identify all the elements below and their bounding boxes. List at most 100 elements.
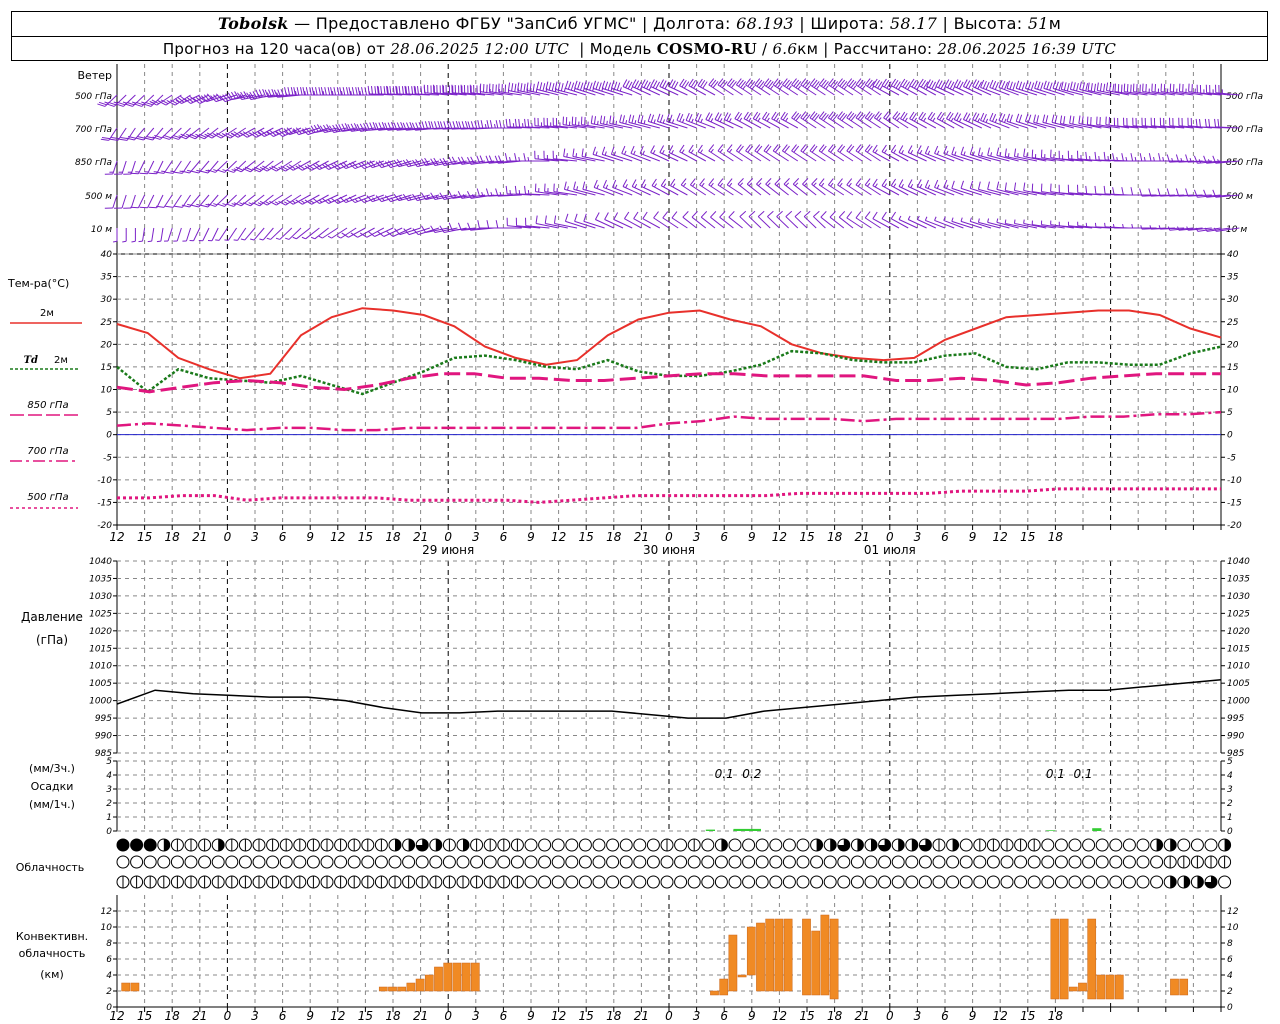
wind-barb-feather xyxy=(748,117,752,122)
wind-barb-shaft xyxy=(211,127,228,139)
cloud-symbol xyxy=(306,838,320,852)
cloud-circle xyxy=(701,875,715,889)
wind-barb-feather xyxy=(1013,182,1017,191)
wind-barb-feather xyxy=(553,215,557,224)
convective-bar xyxy=(470,962,480,992)
cloud-symbol xyxy=(633,838,647,852)
convective-xtick-label: 9 xyxy=(748,1009,756,1023)
wind-barb-feather xyxy=(624,211,630,219)
temp-ytick-label-left: 25 xyxy=(101,318,113,328)
cloud-symbol xyxy=(279,855,293,869)
pressure-ytick-label-left: 1010 xyxy=(89,662,112,672)
cloud-circle xyxy=(402,855,416,869)
cloud-circle xyxy=(932,855,946,869)
wind-barb-feather xyxy=(681,149,685,154)
wind-barb-feather xyxy=(1195,118,1198,127)
wind-barb-shaft xyxy=(246,127,265,138)
wind-barb-shaft xyxy=(211,227,219,241)
wind-barb-feather xyxy=(504,153,508,162)
cloud-circle xyxy=(918,875,932,889)
temp-xtick-label: 6 xyxy=(720,530,728,544)
wind-barb-feather xyxy=(290,87,294,96)
convective-ytick-label-left: 4 xyxy=(106,971,112,981)
wind-barb-feather xyxy=(327,87,331,96)
temp-ytick-label-right: 35 xyxy=(1227,273,1239,283)
wind-barb-shaft xyxy=(881,218,900,229)
pressure-ytick-label-right: 1020 xyxy=(1227,627,1250,637)
cloud-symbol xyxy=(157,875,171,889)
cloud-circle xyxy=(619,855,633,869)
convective-bar xyxy=(452,962,462,992)
wind-barb-feather xyxy=(699,149,704,154)
wind-barb-feather xyxy=(539,82,543,91)
cloud-symbol xyxy=(361,855,375,869)
convective-xtick-label: 18 xyxy=(165,1009,181,1023)
cloud-symbol xyxy=(1122,875,1136,889)
wind-barb-feather xyxy=(514,185,517,194)
cloud-circle xyxy=(1000,855,1014,869)
precip-ytick-label-left: 1 xyxy=(106,813,112,823)
temp-xtick-label: 0 xyxy=(886,530,894,544)
wind-barb-feather xyxy=(573,181,576,190)
cloud-circle xyxy=(837,855,851,869)
wind-barb xyxy=(189,227,201,242)
wind-barb-feather xyxy=(910,149,914,154)
wind-barb-feather xyxy=(1130,187,1134,196)
wind-barb-feather xyxy=(187,169,192,172)
pressure-ytick-label-left: 995 xyxy=(95,714,112,724)
legend-td-height: 2м xyxy=(54,355,68,366)
wind-barb-feather xyxy=(857,182,862,187)
wind-barb-shaft xyxy=(785,216,799,229)
wind-barb xyxy=(1103,151,1130,162)
wind-barb-feather xyxy=(1148,153,1152,162)
wind-barb xyxy=(112,228,118,243)
wind-barb xyxy=(310,124,338,134)
cloud-fill xyxy=(830,839,837,851)
convective-xtick-label: 21 xyxy=(634,1009,649,1023)
wind-barb xyxy=(1104,222,1130,229)
wind-barb-feather xyxy=(996,147,1000,156)
wind-barb-shaft xyxy=(147,194,155,208)
wind-barb xyxy=(1121,187,1148,196)
wind-barb-feather xyxy=(514,83,517,92)
wind-barb-feather xyxy=(1024,80,1029,89)
cloud-symbol xyxy=(1054,855,1068,869)
temp-ytick-label-right: 0 xyxy=(1227,431,1233,441)
wind-barb-shaft xyxy=(220,127,237,139)
cloud-symbol xyxy=(116,855,130,869)
cloud-symbol xyxy=(1150,875,1164,889)
wind-barb-feather xyxy=(486,220,490,229)
convective-xtick-label: 21 xyxy=(855,1009,870,1023)
wind-barb-feather xyxy=(200,204,209,208)
wind-barb-feather xyxy=(320,87,324,96)
cloud-symbol xyxy=(674,875,688,889)
wind-barb-shaft xyxy=(237,127,256,138)
wind-barb-feather xyxy=(448,191,454,199)
cloud-symbol xyxy=(728,838,742,852)
wind-barb-feather xyxy=(701,182,705,187)
wind-barb-feather xyxy=(112,240,118,243)
wind-barb-feather xyxy=(567,186,569,191)
wind-barb-feather xyxy=(634,183,638,188)
wind-barb-feather xyxy=(785,117,789,122)
wind-barb-feather xyxy=(775,117,779,122)
convective-bar xyxy=(1105,974,1115,1000)
cloud-symbol xyxy=(483,838,497,852)
cloud-circle xyxy=(538,838,552,852)
wind-barb-feather xyxy=(1085,83,1089,92)
wind-barb xyxy=(477,220,504,229)
cloud-circle xyxy=(823,855,837,869)
wind-barb-feather xyxy=(604,212,609,220)
cloud-symbol xyxy=(211,875,225,889)
convective-bar xyxy=(737,974,747,978)
wind-barb-feather xyxy=(1027,114,1032,123)
wind-barb-feather xyxy=(688,113,693,122)
cloud-symbol xyxy=(905,838,919,852)
wind-barb xyxy=(898,145,918,162)
cloud-symbol xyxy=(1014,875,1028,889)
cloud-circle xyxy=(810,855,824,869)
wind-barb-feather xyxy=(141,101,146,104)
wind-barb xyxy=(898,179,918,196)
wind-barb-shaft xyxy=(130,194,136,209)
cloud-symbol xyxy=(361,875,375,889)
